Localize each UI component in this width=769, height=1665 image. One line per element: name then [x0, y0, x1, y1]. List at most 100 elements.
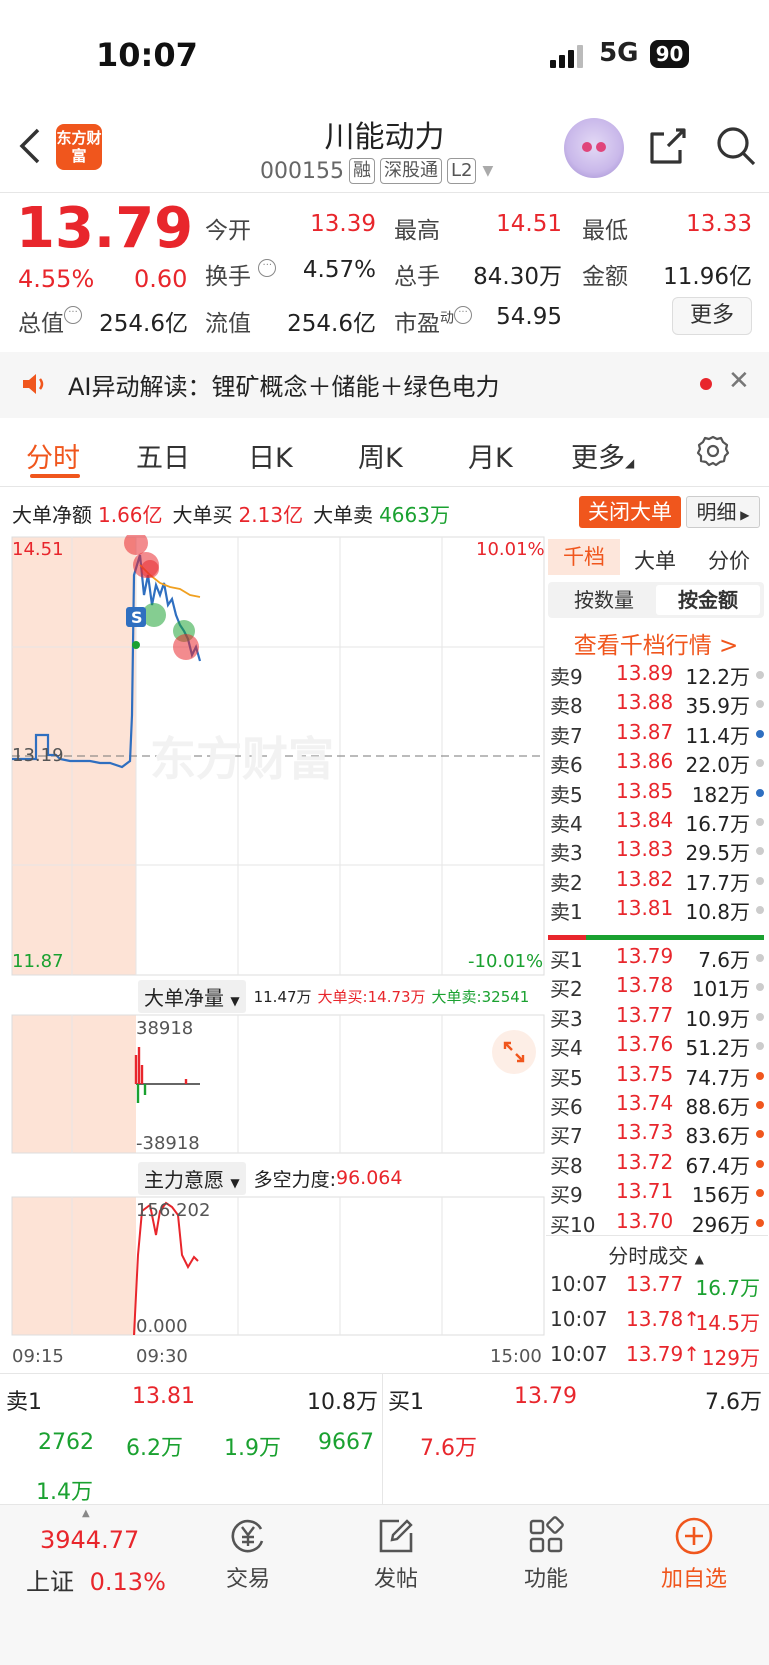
big-buy-value: 2.13亿 [238, 503, 304, 527]
marker-dot [756, 759, 764, 768]
bid-row[interactable]: 买9 13.71 156万 [548, 1179, 764, 1208]
ask-row[interactable]: 卖1 13.81 10.8万 [548, 896, 764, 925]
depth-link[interactable]: 查看千档行情 > [548, 626, 764, 660]
expand-button[interactable] [492, 1030, 536, 1074]
tab-weekly-k[interactable]: 周K [358, 436, 403, 475]
share-button[interactable] [646, 124, 690, 168]
bid-row[interactable]: 买8 13.72 67.4万 [548, 1150, 764, 1179]
pe-label[interactable]: 市盈动 ··· [394, 304, 472, 338]
time-open: 09:30 [136, 1346, 188, 1367]
bid-row[interactable]: 买2 13.78 101万 [548, 973, 764, 1002]
nav-trade[interactable]: 交易 [188, 1515, 308, 1593]
bid-price: 13.74 [616, 1091, 674, 1115]
ask-row[interactable]: 卖5 13.85 182万 [548, 779, 764, 808]
low-label: 最低 [582, 218, 628, 244]
ask-row[interactable]: 卖9 13.89 12.2万 [548, 661, 764, 690]
tab-depth[interactable]: 千档 [548, 539, 620, 575]
intraday-chart[interactable]: 东方财富 S [0, 535, 548, 1375]
bid-row[interactable]: 买10 13.70 296万 [548, 1209, 764, 1238]
ask-row[interactable]: 卖7 13.87 11.4万 [548, 720, 764, 749]
sell-breakdown-item: 2762 [38, 1430, 94, 1455]
tab-five-day[interactable]: 五日 [136, 436, 190, 475]
sub2-axis-bottom: 0.000 [136, 1316, 188, 1337]
ask-label: 卖4 [550, 812, 583, 836]
nav-functions[interactable]: 功能 [486, 1515, 606, 1593]
ask-volume: 12.2万 [685, 665, 750, 689]
tick-row[interactable]: 10:07 13.77 16.7万 [548, 1272, 764, 1302]
ask-row[interactable]: 卖4 13.84 16.7万 [548, 808, 764, 837]
low-value: 13.33 [686, 211, 752, 237]
index-value[interactable]: 3944.77 [40, 1526, 139, 1554]
sub1-indicator-select[interactable]: 大单净量 ▼ [138, 979, 246, 1013]
stock-code-row[interactable]: 000155 融 深股通 L2 ▼ [260, 158, 493, 184]
close-big-order-button[interactable]: 关闭大单 [579, 496, 681, 528]
bid-row[interactable]: 买1 13.79 7.6万 [548, 944, 764, 973]
bid-row[interactable]: 买4 13.76 51.2万 [548, 1032, 764, 1061]
tab-price-dist[interactable]: 分价 [708, 545, 750, 575]
sub2-header: 主力意愿 ▼ 多空力度: 96.064 [138, 1161, 402, 1195]
nav-add-watchlist[interactable]: 加自选 [634, 1515, 754, 1593]
marker-dot [756, 1012, 764, 1021]
index-name-row[interactable]: 上证 0.13% [26, 1562, 166, 1597]
bid-volume: 74.7万 [685, 1065, 750, 1090]
axis-top-price: 14.51 [12, 539, 64, 560]
bid-row[interactable]: 买7 13.73 83.6万 [548, 1120, 764, 1149]
assistant-avatar[interactable] [564, 118, 624, 178]
settings-gear-icon[interactable] [696, 434, 730, 468]
sub1-axis-bottom: -38918 [136, 1133, 200, 1154]
bid-volume: 67.4万 [685, 1153, 750, 1178]
ticks-header[interactable]: 分时成交 ▲ [548, 1240, 764, 1270]
tab-active-indicator [30, 474, 80, 478]
marker-dot [756, 1071, 764, 1080]
bid-label: 买2 [550, 977, 583, 1002]
tab-big-orders[interactable]: 大单 [634, 545, 676, 575]
ask-label: 卖6 [550, 753, 583, 778]
detail-button[interactable]: 明细 ▶ [686, 496, 760, 528]
tab-monthly-k[interactable]: 月K [468, 436, 513, 475]
tab-more[interactable]: 更多◢ [571, 436, 634, 475]
sell-breakdown-item: 9667 [318, 1430, 374, 1455]
edit-icon [379, 1519, 413, 1553]
ask-label: 卖5 [550, 782, 583, 807]
turnover-label[interactable]: 换手 ··· [205, 257, 277, 291]
buy-breakdown-item: 7.6万 [420, 1436, 477, 1461]
status-indicators: 5G 90 [550, 38, 690, 72]
bid-row[interactable]: 买6 13.74 88.6万 [548, 1091, 764, 1120]
sub2-indicator-select[interactable]: 主力意愿 ▼ [138, 1161, 246, 1195]
sub1-header: 大单净量 ▼ 11.47万 大单买:14.73万 大单卖:32541 [138, 979, 530, 1013]
ask-volume: 10.8万 [685, 900, 750, 925]
ask-row[interactable]: 卖2 13.82 17.7万 [548, 867, 764, 896]
ask-row[interactable]: 卖3 13.83 29.5万 [548, 837, 764, 866]
bid-row[interactable]: 买5 13.75 74.7万 [548, 1062, 764, 1091]
info-icon: ··· [258, 259, 277, 277]
search-button[interactable] [714, 124, 758, 168]
bid-price: 13.77 [616, 1002, 674, 1027]
close-icon[interactable]: ✕ [728, 366, 750, 396]
tag-connect: 深股通 [379, 158, 442, 184]
sub1-sell: 大单卖:32541 [431, 987, 530, 1006]
bid-row[interactable]: 买3 13.77 10.9万 [548, 1003, 764, 1032]
marker-dot [756, 876, 764, 885]
tick-row[interactable]: 10:07 13.79↑ 129万 [548, 1342, 764, 1372]
caret-right-icon: ▶ [736, 508, 750, 522]
caret-up-icon: ▲ [82, 1508, 90, 1519]
tab-daily-k[interactable]: 日K [248, 436, 293, 475]
ask-row[interactable]: 卖6 13.86 22.0万 [548, 749, 764, 778]
mode-by-amount[interactable]: 按金额 [656, 585, 760, 615]
more-button[interactable]: 更多 [672, 297, 752, 335]
ai-banner-text[interactable]: AI异动解读：锂矿概念＋储能＋绿色电力 [68, 367, 500, 402]
ask-label: 卖7 [550, 723, 583, 748]
bid-volume: 156万 [691, 1183, 750, 1208]
tick-row[interactable]: 10:07 13.78↑ 14.5万 [548, 1307, 764, 1337]
sub1-buy: 大单买:14.73万 [317, 987, 426, 1006]
mcap-label[interactable]: 总值 ··· [18, 304, 82, 338]
bid-volume: 10.9万 [685, 1006, 750, 1031]
ask-label: 卖8 [550, 694, 583, 719]
tab-intraday[interactable]: 分时 [26, 436, 80, 475]
nav-post[interactable]: 发帖 [336, 1515, 456, 1593]
ask-volume: 16.7万 [685, 812, 750, 836]
ask-price: 13.88 [616, 690, 674, 715]
mode-by-quantity[interactable]: 按数量 [552, 585, 656, 615]
ask-row[interactable]: 卖8 13.88 35.9万 [548, 690, 764, 719]
nav-post-label: 发帖 [373, 1567, 418, 1592]
